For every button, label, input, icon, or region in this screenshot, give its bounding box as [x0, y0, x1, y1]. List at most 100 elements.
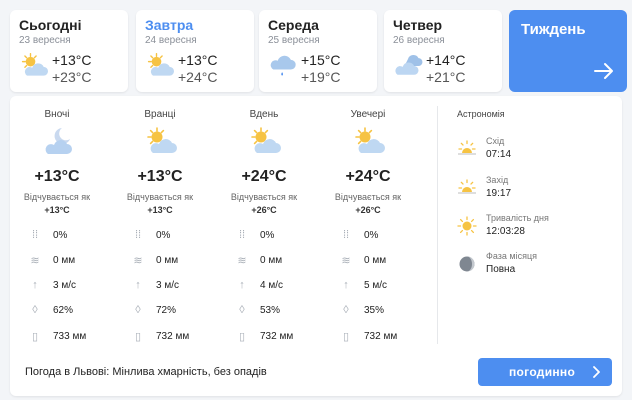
day-temps: +13°C +23°C [52, 52, 91, 85]
hourly-button-label: погодинно [509, 365, 576, 379]
period-temperature: +13°C [137, 168, 183, 185]
precip-amount-value: 0 мм [53, 254, 76, 266]
period-label: Вночі [44, 109, 70, 120]
hourly-button[interactable]: погодинно [478, 358, 612, 386]
precip-amount-icon: ≋ [30, 254, 40, 267]
sunset-icon [456, 178, 478, 198]
partly-cloudy-icon [351, 126, 387, 158]
day-date: 25 вересня [268, 35, 320, 46]
moon-phase-value: Повна [486, 264, 516, 275]
sunrise-label: Схід [486, 136, 505, 146]
day-tabs: Сьогодні 23 вересня +13°C +23°C Завтра 2… [10, 10, 627, 92]
day-temp-second: +21°C [426, 69, 466, 85]
feels-like-label: Відчувається як [23, 192, 91, 202]
humidity-row: ◊ 35% [338, 303, 384, 317]
humidity-row: ◊ 53% [234, 303, 280, 317]
day-card-tomorrow[interactable]: Завтра 24 вересня +13°C +24°C [136, 10, 254, 92]
pressure-value: 733 мм [53, 330, 87, 342]
precip-probability-row: ⁞⁞ 0% [338, 228, 379, 242]
day-length-label: Тривалість дня [486, 213, 549, 223]
precip-probability-icon: ⁞⁞ [238, 229, 246, 241]
pressure-icon: ▯ [31, 330, 39, 343]
humidity-icon: ◊ [239, 304, 245, 316]
pressure-icon: ▯ [342, 330, 350, 343]
week-button[interactable]: Тиждень [509, 10, 627, 92]
precip-probability-row: ⁞⁞ 0% [130, 228, 171, 242]
sunset-label: Захід [486, 175, 509, 185]
weather-summary: Погода в Львові: Мінлива хмарність, без … [25, 366, 267, 378]
pressure-icon: ▯ [238, 330, 246, 343]
divider [437, 106, 438, 344]
precip-probability-icon: ⁞⁞ [342, 229, 350, 241]
forecast-panel: Вночі +13°C Відчувається як +13°C ⁞⁞ 0% ≋… [10, 96, 622, 396]
humidity-icon: ◊ [135, 304, 141, 316]
day-temp-first: +13°C [52, 52, 92, 68]
precip-probability-icon: ⁞⁞ [134, 229, 142, 241]
day-name: Завтра [145, 17, 194, 33]
day-card-today[interactable]: Сьогодні 23 вересня +13°C +23°C [10, 10, 128, 92]
day-name: Четвер [393, 17, 443, 33]
day-temp-second: +23°C [52, 69, 92, 85]
wind-value: 3 м/с [53, 279, 76, 291]
precip-amount-row: ≋ 0 мм [130, 253, 178, 267]
pressure-row: ▯ 733 мм [27, 329, 86, 343]
week-button-label: Тиждень [521, 21, 586, 38]
wind-direction-icon: ↑ [343, 279, 349, 291]
day-date: 23 вересня [19, 35, 71, 46]
day-temps: +15°C +19°C [301, 52, 340, 85]
moon-cloud-icon [40, 126, 76, 158]
feels-like-label: Відчувається як [126, 192, 194, 202]
wind-direction-icon: ↑ [239, 279, 245, 291]
feels-like-label: Відчувається як [230, 192, 298, 202]
moon-phase-label: Фаза місяця [486, 251, 537, 261]
humidity-value: 35% [364, 304, 385, 316]
cloudy-icon [392, 52, 424, 80]
feels-like-value: +26°C [251, 205, 277, 215]
pressure-row: ▯ 732 мм [130, 329, 189, 343]
day-temp-second: +24°C [178, 69, 218, 85]
day-card-thursday[interactable]: Четвер 26 вересня +14°C +21°C [384, 10, 502, 92]
partly-cloudy-icon [144, 52, 176, 80]
astronomy-title: Астрономія [457, 109, 505, 119]
day-temp-first: +15°C [301, 52, 341, 68]
day-card-wednesday[interactable]: Середа 25 вересня +15°C +19°C [259, 10, 377, 92]
humidity-icon: ◊ [343, 304, 349, 316]
precip-probability-value: 0% [53, 229, 68, 241]
partly-cloudy-icon [143, 126, 179, 158]
sunrise-icon [456, 139, 478, 159]
wind-value: 5 м/с [364, 279, 387, 291]
period-label: Вранці [144, 109, 176, 120]
feels-like-value: +26°C [355, 205, 381, 215]
precip-amount-icon: ≋ [341, 254, 351, 267]
day-date: 24 вересня [145, 35, 197, 46]
day-temp-first: +13°C [178, 52, 218, 68]
precip-amount-row: ≋ 0 мм [234, 253, 282, 267]
period-temperature: +24°C [241, 168, 287, 185]
wind-row: ↑ 3 м/с [130, 278, 179, 292]
precip-probability-row: ⁞⁞ 0% [234, 228, 275, 242]
arrow-right-icon [594, 63, 613, 79]
humidity-icon: ◊ [32, 304, 38, 316]
chevron-right-icon [593, 366, 600, 378]
precip-amount-value: 0 мм [156, 254, 179, 266]
period-temperature: +13°C [34, 168, 80, 185]
precip-amount-icon: ≋ [237, 254, 247, 267]
pressure-value: 732 мм [260, 330, 294, 342]
light-rain-icon [267, 52, 299, 80]
feels-like-value: +13°C [147, 205, 173, 215]
precip-probability-value: 0% [364, 229, 379, 241]
day-length-value: 12:03:28 [486, 226, 525, 237]
day-temp-second: +19°C [301, 69, 341, 85]
wind-value: 3 м/с [156, 279, 179, 291]
wind-value: 4 м/с [260, 279, 283, 291]
precip-probability-row: ⁞⁞ 0% [27, 228, 68, 242]
wind-row: ↑ 4 м/с [234, 278, 283, 292]
humidity-value: 53% [260, 304, 281, 316]
precip-amount-row: ≋ 0 мм [338, 253, 386, 267]
moon-phase-icon [456, 254, 478, 274]
pressure-value: 732 мм [364, 330, 398, 342]
sunrise-item: Схід 07:14 [456, 136, 606, 166]
sunrise-value: 07:14 [486, 149, 512, 160]
precip-probability-icon: ⁞⁞ [31, 229, 39, 241]
day-name: Сьогодні [19, 17, 82, 33]
